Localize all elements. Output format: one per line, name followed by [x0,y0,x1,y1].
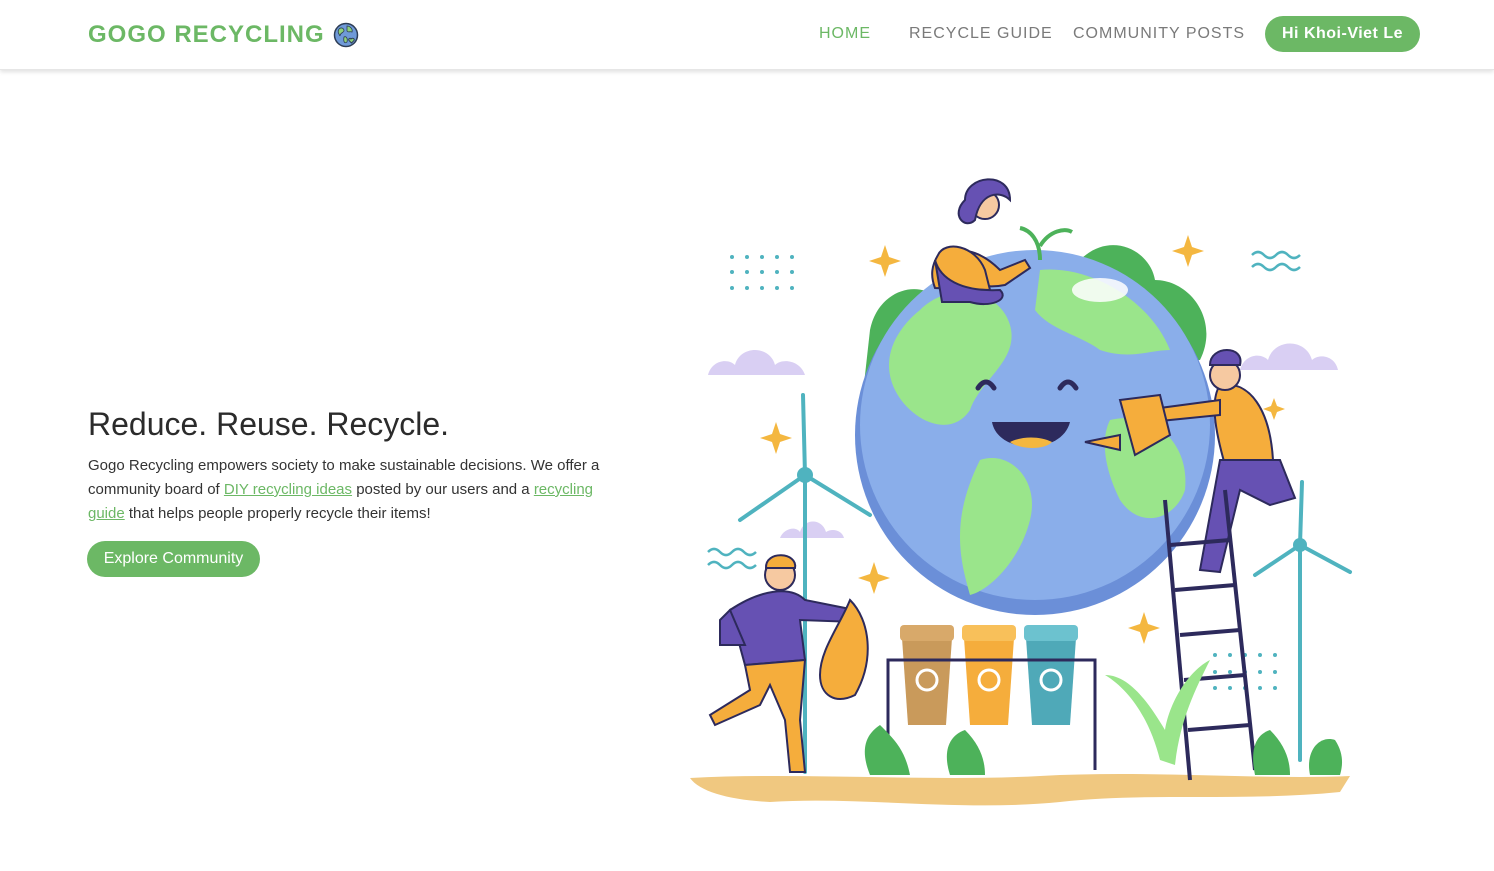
explore-community-button[interactable]: Explore Community [87,541,260,577]
navbar: GOGO RECYCLING HOME RECYCLE GUIDE COMMUN… [0,0,1494,70]
hero-text-part2: posted by our users and a [352,481,534,498]
brand-name: GOGO RECYCLING [88,21,325,48]
user-menu-button[interactable]: Hi Khoi-Viet Le [1265,16,1420,52]
earth-recycling-illustration [680,160,1370,830]
earth-globe-icon [333,22,359,48]
nav-community-posts-link[interactable]: COMMUNITY POSTS [1073,25,1245,43]
nav-home-link[interactable]: HOME [819,25,871,43]
nav-recycle-guide-link[interactable]: RECYCLE GUIDE [909,25,1053,43]
hero-text-part3: that helps people properly recycle their… [124,505,431,522]
brand-logo-link[interactable]: GOGO RECYCLING [88,19,359,51]
hero-title: Reduce. Reuse. Recycle. [88,406,450,442]
hero-description: Gogo Recycling empowers society to make … [88,454,623,526]
diy-recycling-ideas-link[interactable]: DIY recycling ideas [224,481,352,498]
